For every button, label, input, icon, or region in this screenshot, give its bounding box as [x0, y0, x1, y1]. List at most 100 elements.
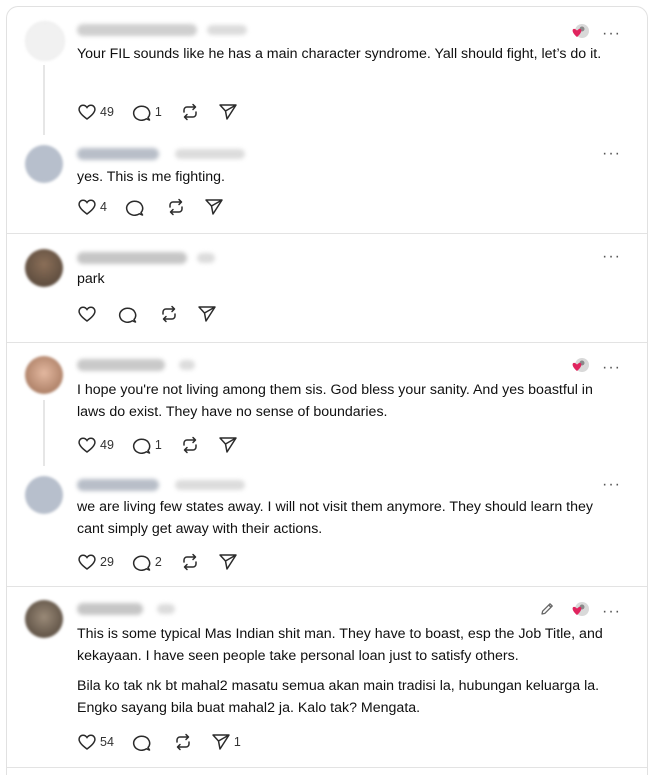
repost-icon [183, 553, 197, 571]
heart-icon [78, 554, 96, 570]
comment-text: yes. This is me fighting. [77, 169, 225, 185]
reply-button[interactable] [118, 305, 141, 323]
share-button[interactable] [218, 103, 241, 121]
reply-button[interactable] [125, 198, 148, 216]
heart-icon [78, 734, 96, 750]
more-options-button[interactable]: ··· [602, 249, 621, 265]
username-blurred[interactable] [77, 359, 165, 371]
send-icon [219, 104, 237, 120]
avatar[interactable] [25, 145, 63, 183]
timestamp-blurred [175, 149, 245, 159]
timestamp-blurred [179, 360, 195, 370]
username-blurred[interactable] [77, 252, 187, 264]
comment-icon [132, 735, 151, 751]
more-options-button[interactable]: ··· [602, 26, 621, 42]
share-button[interactable] [204, 198, 227, 216]
comment-text: This is some typical Mas Indian shit man… [77, 626, 603, 664]
thread-line [43, 400, 45, 466]
repost-button[interactable] [180, 553, 200, 571]
pencil-icon[interactable] [539, 601, 555, 622]
avatar[interactable] [25, 476, 63, 514]
timestamp-blurred [157, 604, 175, 614]
repost-button[interactable] [166, 198, 186, 216]
comment-icon [125, 200, 144, 216]
heart-icon [78, 437, 96, 453]
like-count: 4 [100, 200, 107, 214]
like-count: 49 [100, 438, 114, 452]
liked-by-author-icon [569, 23, 589, 41]
avatar[interactable] [25, 249, 63, 287]
repost-button[interactable] [180, 436, 200, 454]
username-blurred[interactable] [77, 24, 197, 36]
comment-text: I hope you're not living among them sis.… [77, 382, 593, 420]
like-button[interactable]: 49 [77, 103, 114, 121]
action-bar [77, 305, 238, 323]
liked-by-author-icon [569, 357, 589, 375]
like-button[interactable]: 4 [77, 198, 107, 216]
more-options-button[interactable]: ··· [602, 146, 621, 162]
like-count: 54 [100, 735, 114, 749]
like-button[interactable]: 49 [77, 436, 114, 454]
like-button[interactable]: 54 [77, 733, 114, 751]
repost-icon [169, 198, 183, 216]
comment-text-paragraph-2: Bila ko tak nk bt mahal2 masatu semua ak… [77, 678, 600, 716]
repost-button[interactable] [173, 733, 193, 751]
more-options-button[interactable]: ··· [602, 360, 621, 376]
timestamp-blurred [197, 253, 215, 263]
comment-1: ··· Your FIL sounds like he has a main c… [7, 7, 647, 135]
share-count: 1 [233, 735, 241, 749]
comment-2: ··· yes. This is me fighting. 4 [7, 135, 647, 233]
reply-count: 1 [154, 438, 162, 452]
like-count: 29 [100, 555, 114, 569]
like-button[interactable]: 29 [77, 553, 114, 571]
username-blurred[interactable] [77, 479, 159, 491]
more-options-button[interactable]: ··· [602, 604, 621, 620]
comment-text: park [77, 271, 105, 287]
username-blurred[interactable] [77, 148, 159, 160]
comment-4: ··· I hope you're not living among them … [7, 343, 647, 466]
comment-icon [118, 307, 137, 323]
send-icon [219, 437, 237, 453]
username-blurred[interactable] [77, 603, 143, 615]
share-button[interactable] [218, 436, 241, 454]
like-count: 49 [100, 105, 114, 119]
avatar[interactable] [25, 21, 65, 61]
reply-button[interactable]: 1 [132, 103, 162, 121]
comment-icon [132, 555, 151, 571]
action-bar: 49 1 [77, 103, 259, 121]
send-icon [198, 306, 216, 322]
repost-icon [162, 305, 176, 323]
reply-button[interactable]: 2 [132, 553, 162, 571]
more-options-button[interactable]: ··· [602, 477, 621, 493]
comment-feed: ··· Your FIL sounds like he has a main c… [6, 6, 648, 775]
repost-icon [183, 436, 197, 454]
share-button[interactable] [218, 553, 241, 571]
repost-icon [176, 733, 190, 751]
comment-5: ··· we are living few states away. I wil… [7, 466, 647, 586]
action-bar: 49 1 [77, 436, 259, 454]
timestamp-blurred [207, 25, 247, 35]
comment-text: we are living few states away. I will no… [77, 499, 593, 537]
share-button[interactable]: 1 [211, 733, 241, 751]
repost-button[interactable] [159, 305, 179, 323]
comment-icon [132, 438, 151, 454]
avatar[interactable] [25, 600, 63, 638]
comment-6: ··· This is some typical Mas Indian shit… [7, 587, 647, 767]
repost-button[interactable] [180, 103, 200, 121]
action-bar: 4 [77, 198, 245, 216]
action-bar: 29 2 [77, 553, 259, 571]
liked-by-author-icon [569, 601, 589, 619]
comment-3: ··· park [7, 234, 647, 342]
avatar[interactable] [25, 356, 63, 394]
heart-icon [78, 199, 96, 215]
heart-icon [78, 306, 96, 322]
reply-button[interactable] [132, 733, 155, 751]
thread-line [43, 65, 45, 135]
timestamp-blurred [175, 480, 245, 490]
heart-icon [78, 104, 96, 120]
reply-button[interactable]: 1 [132, 436, 162, 454]
comment-text: Your FIL sounds like he has a main chara… [77, 46, 602, 62]
share-button[interactable] [197, 305, 220, 323]
like-button[interactable] [77, 305, 100, 323]
comment-icon [132, 105, 151, 121]
